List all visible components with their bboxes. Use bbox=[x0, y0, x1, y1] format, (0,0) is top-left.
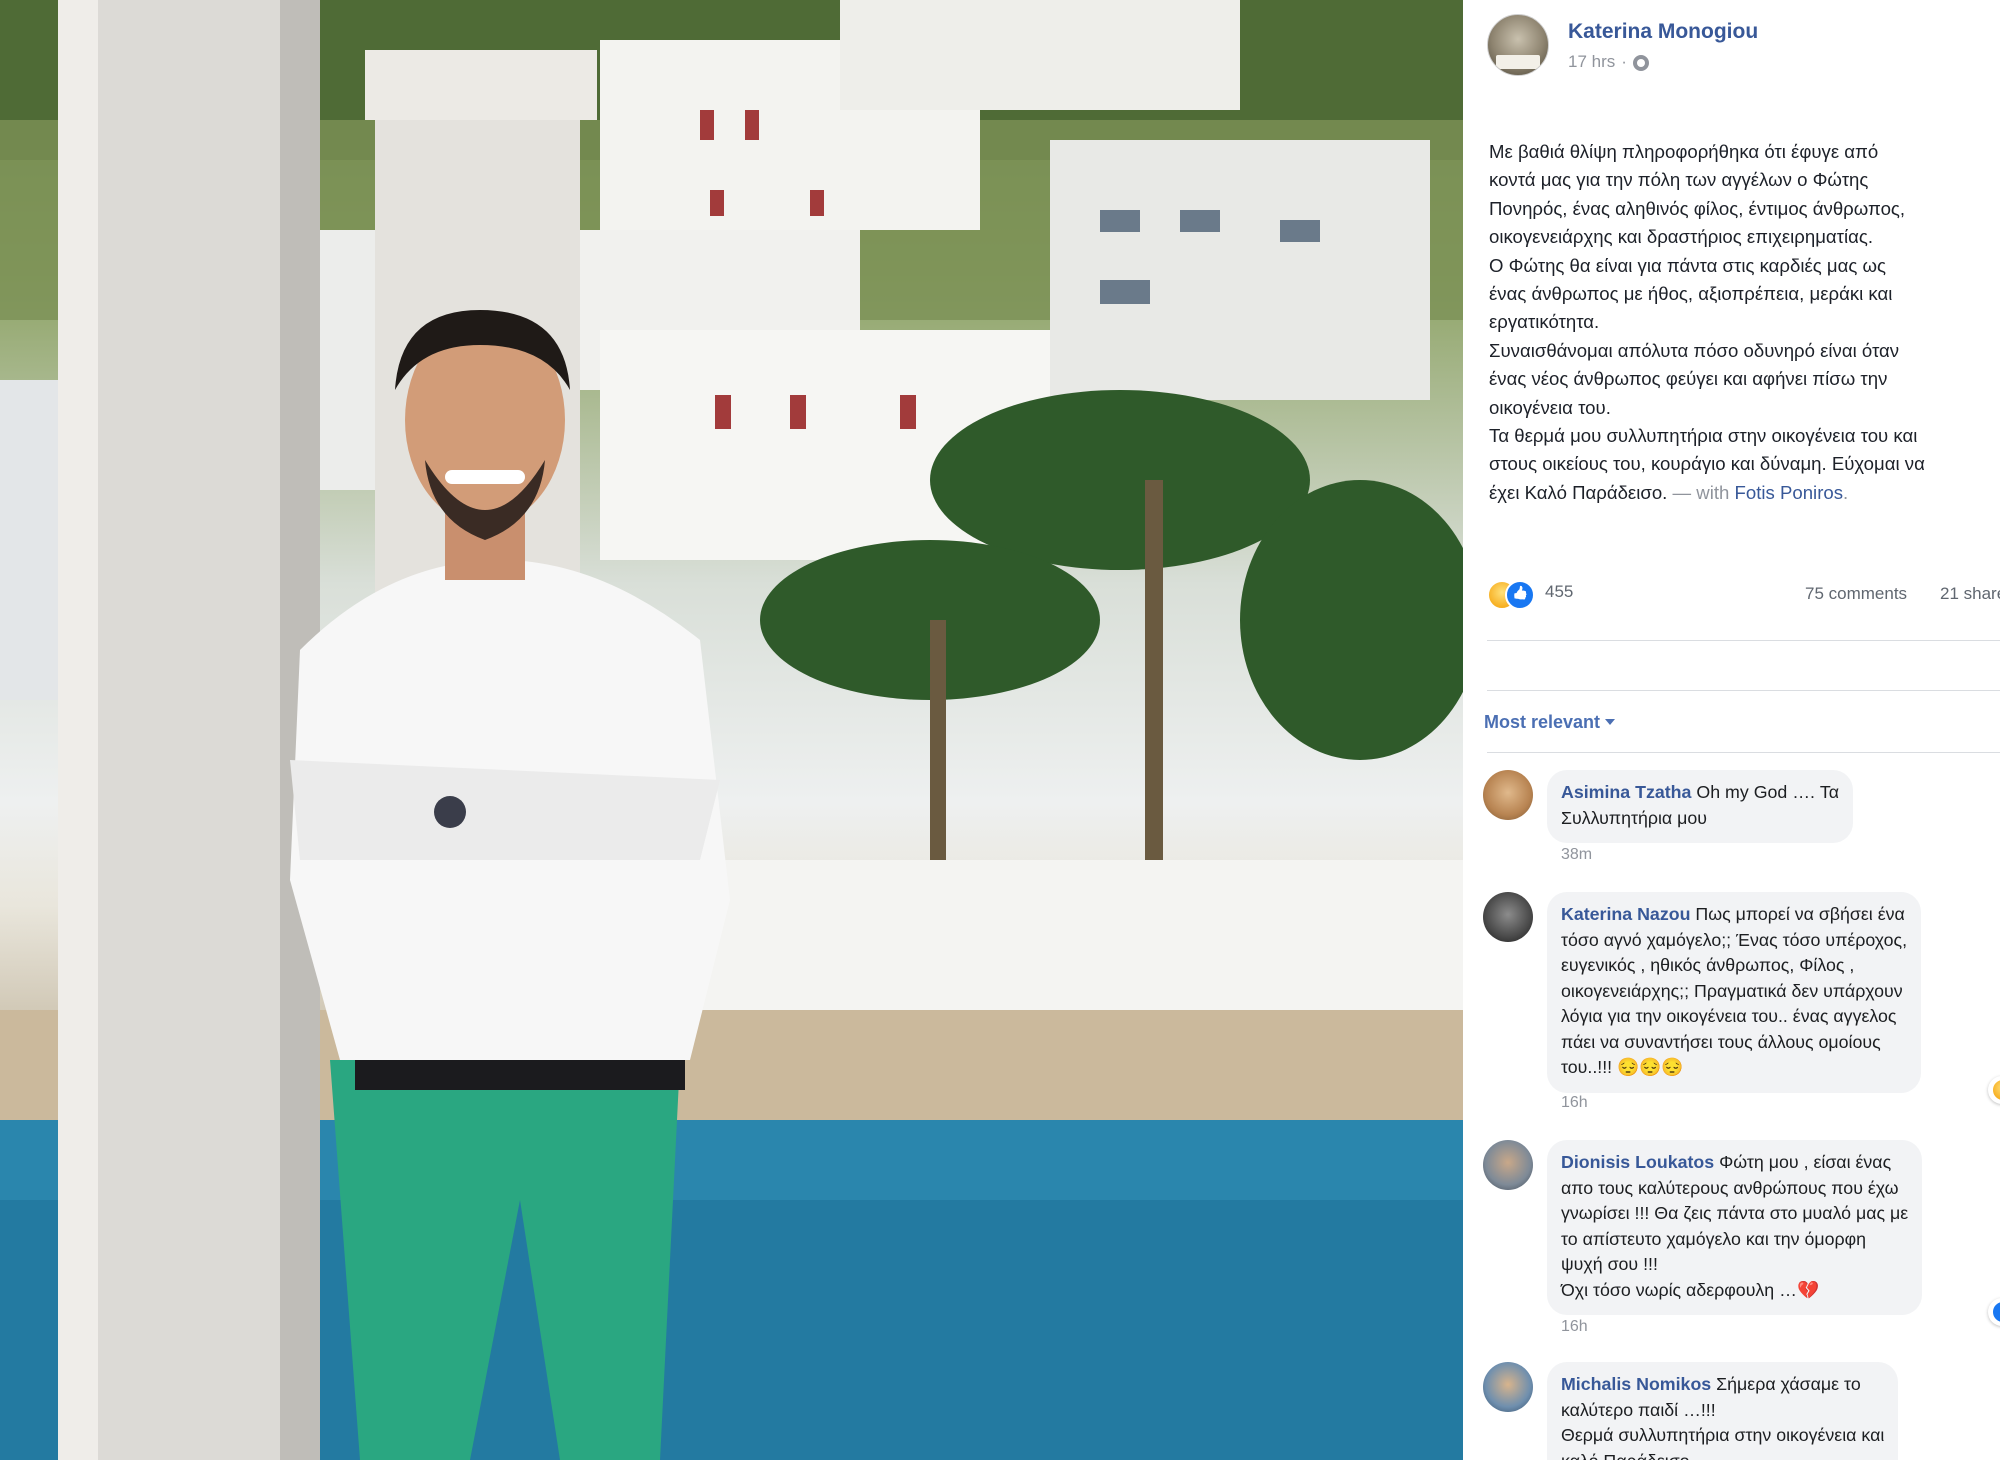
post-text-line: έχει Καλό Παράδεισο. bbox=[1489, 481, 1668, 503]
comment-text-line: ευγενικός , ηθικός άνθρωπος, Φίλος , bbox=[1561, 955, 1855, 975]
globe-icon[interactable] bbox=[1632, 55, 1649, 71]
post-text-line: Ο Φώτης θα είναι για πάντα στις καρδιές … bbox=[1489, 254, 1886, 276]
post-photo[interactable] bbox=[0, 0, 1463, 1460]
sort-label: Most relevant bbox=[1484, 712, 1601, 732]
post-body: Με βαθιά θλίψη πληροφορήθηκα ότι έφυγε α… bbox=[1489, 138, 2000, 507]
divider bbox=[1487, 690, 2000, 691]
comment-text-line: πάει να συναντήσει τους άλλους ομοίους bbox=[1561, 1031, 1881, 1052]
commenter-avatar[interactable] bbox=[1483, 1140, 1533, 1190]
post-text-line: οικογένεια του. bbox=[1489, 396, 1611, 418]
post-text-line: Τα θερμά μου συλλυπητήρια στην οικογένει… bbox=[1489, 425, 1918, 447]
reactions-bar: 455 75 comments 21 shares bbox=[1487, 578, 2000, 610]
commenter-name[interactable]: Katerina Nazou bbox=[1561, 904, 1690, 924]
comment-time[interactable]: 16h bbox=[1561, 1318, 1588, 1336]
comment-time[interactable]: 38m bbox=[1561, 846, 1592, 864]
comment-text-line: λόγια για την οικογένεια του.. ένας αγγε… bbox=[1561, 1006, 1897, 1026]
comment-text-line: καλό Παράδεισο … bbox=[1561, 1449, 1884, 1460]
comment-text-line: Σήμερα χάσαμε το bbox=[1716, 1374, 1861, 1394]
like-reaction-icon bbox=[1505, 580, 1535, 610]
comment-text-line: του..!!! bbox=[1561, 1057, 1613, 1077]
comment-text-line: Oh my God …. Τα bbox=[1696, 782, 1840, 802]
comment-bubble: Katerina Nazou Πως μπορεί να σβήσει ένα … bbox=[1547, 892, 1922, 1093]
commenter-name[interactable]: Asimina Tzatha bbox=[1561, 782, 1691, 802]
comment-text-line: το απίστευτο χαμόγελο και την όμορφη bbox=[1561, 1228, 1867, 1249]
author-name[interactable]: Katerina Monogiou bbox=[1568, 20, 1758, 44]
commenter-avatar[interactable] bbox=[1483, 1362, 1533, 1412]
post-meta: 17 hrs · bbox=[1568, 52, 1649, 72]
commenter-avatar[interactable] bbox=[1483, 892, 1533, 942]
comment-time[interactable]: 16h bbox=[1561, 1094, 1588, 1112]
comment-text-line: Πως μπορεί να σβήσει ένα bbox=[1695, 904, 1905, 924]
comment-text-line: Φώτη μου , είσαι ένας bbox=[1719, 1152, 1892, 1172]
reaction-icons[interactable] bbox=[1487, 580, 1541, 610]
post-text-line: Συναισθάνομαι απόλυτα πόσο οδυνηρό είναι… bbox=[1489, 339, 1900, 361]
divider bbox=[1487, 640, 2000, 641]
comment-text-line: απο τους καλύτερους ανθρώπους που έχω bbox=[1561, 1177, 1899, 1198]
post-time[interactable]: 17 hrs bbox=[1568, 52, 1615, 72]
comment-text-line: Συλλυπητήρια μου bbox=[1561, 807, 1708, 828]
comment-text-line: καλύτερο παιδί …!!! bbox=[1561, 1399, 1716, 1420]
commenter-avatar[interactable] bbox=[1483, 770, 1533, 820]
tagged-person-link[interactable]: Fotis Poniros bbox=[1735, 482, 1844, 503]
pensive-emoji: 😔😔😔 bbox=[1617, 1057, 1684, 1077]
meta-separator: · bbox=[1621, 52, 1627, 71]
comments-count[interactable]: 75 comments bbox=[1805, 584, 1907, 604]
photo-illustration bbox=[0, 0, 1463, 1460]
reaction-count[interactable]: 455 bbox=[1545, 582, 1573, 602]
sad-reaction-icon bbox=[1992, 1079, 2000, 1101]
post-text-line: οικογενειάρχης και δραστήριος επιχειρημα… bbox=[1489, 226, 1874, 248]
comment-text-line: Όχι τόσο νωρίς αδερφουλη … bbox=[1561, 1279, 1797, 1300]
comment-bubble: Dionisis Loukatos Φώτη μου , είσαι ένας … bbox=[1547, 1140, 1923, 1315]
with-label: — with bbox=[1672, 481, 1730, 503]
comment-text-line: γνωρίσει !!! Θα ζεις πάντα στο μυαλό μας… bbox=[1561, 1203, 1909, 1223]
like-reaction-icon bbox=[1992, 1301, 2000, 1323]
post-text-line: ένας άνθρωπος με ήθος, αξιοπρέπεια, μερά… bbox=[1489, 283, 1893, 305]
comment-reactions[interactable]: 5 bbox=[1988, 1298, 2000, 1326]
post-text-line: Με βαθιά θλίψη πληροφορήθηκα ότι έφυγε α… bbox=[1489, 141, 1879, 162]
comment-text-line: Θερμά συλλυπητήρια στην οικογένεια και bbox=[1561, 1425, 1885, 1445]
chevron-down-icon bbox=[1605, 719, 1616, 725]
comment-reactions[interactable]: 9 bbox=[1988, 1076, 2000, 1104]
broken-heart-emoji: 💔 bbox=[1796, 1279, 1820, 1300]
comment-bubble: Asimina Tzatha Oh my God …. Τα Συλλυπητή… bbox=[1547, 770, 1854, 843]
tag-end: . bbox=[1843, 481, 1849, 503]
post-text-line: Πονηρός, ένας αληθινός φίλος, έντιμος άν… bbox=[1489, 197, 1906, 219]
post-text-line: κοντά μας για την πόλη των αγγέλων ο Φώτ… bbox=[1489, 169, 1869, 191]
post-text-line: εργατικότητα. bbox=[1489, 311, 1600, 333]
commenter-name[interactable]: Michalis Nomikos bbox=[1561, 1374, 1711, 1394]
post-text-line: ένας νέος άνθρωπος φεύγει και αφήνει πίσ… bbox=[1489, 368, 1888, 390]
author-avatar[interactable] bbox=[1487, 14, 1549, 76]
divider bbox=[1487, 752, 2000, 753]
commenter-name[interactable]: Dionisis Loukatos bbox=[1561, 1152, 1714, 1172]
post-text-last-line: έχει Καλό Παράδεισο. — with Fotis Poniro… bbox=[1489, 479, 2000, 507]
comment-text-line: ψυχή σου !!! bbox=[1561, 1254, 1658, 1274]
comment-bubble: Michalis Nomikos Σήμερα χάσαμε το καλύτε… bbox=[1547, 1362, 1899, 1460]
post-text-line: στους οικείους του, κουράγιο και δύναμη.… bbox=[1489, 453, 1925, 475]
comment-sort-dropdown[interactable]: Most relevant bbox=[1484, 712, 1616, 733]
shares-count[interactable]: 21 shares bbox=[1940, 584, 2000, 604]
comment-text-line: οικογενειάρχης;; Πραγματικά δεν υπάρχουν bbox=[1561, 980, 1903, 1001]
post-panel: Katerina Monogiou 17 hrs · Με βαθιά θλίψ… bbox=[1463, 0, 2000, 1460]
comment-text-line: τόσο αγνό χαμόγελο;; Ένας τόσο υπέροχος, bbox=[1561, 929, 1908, 950]
